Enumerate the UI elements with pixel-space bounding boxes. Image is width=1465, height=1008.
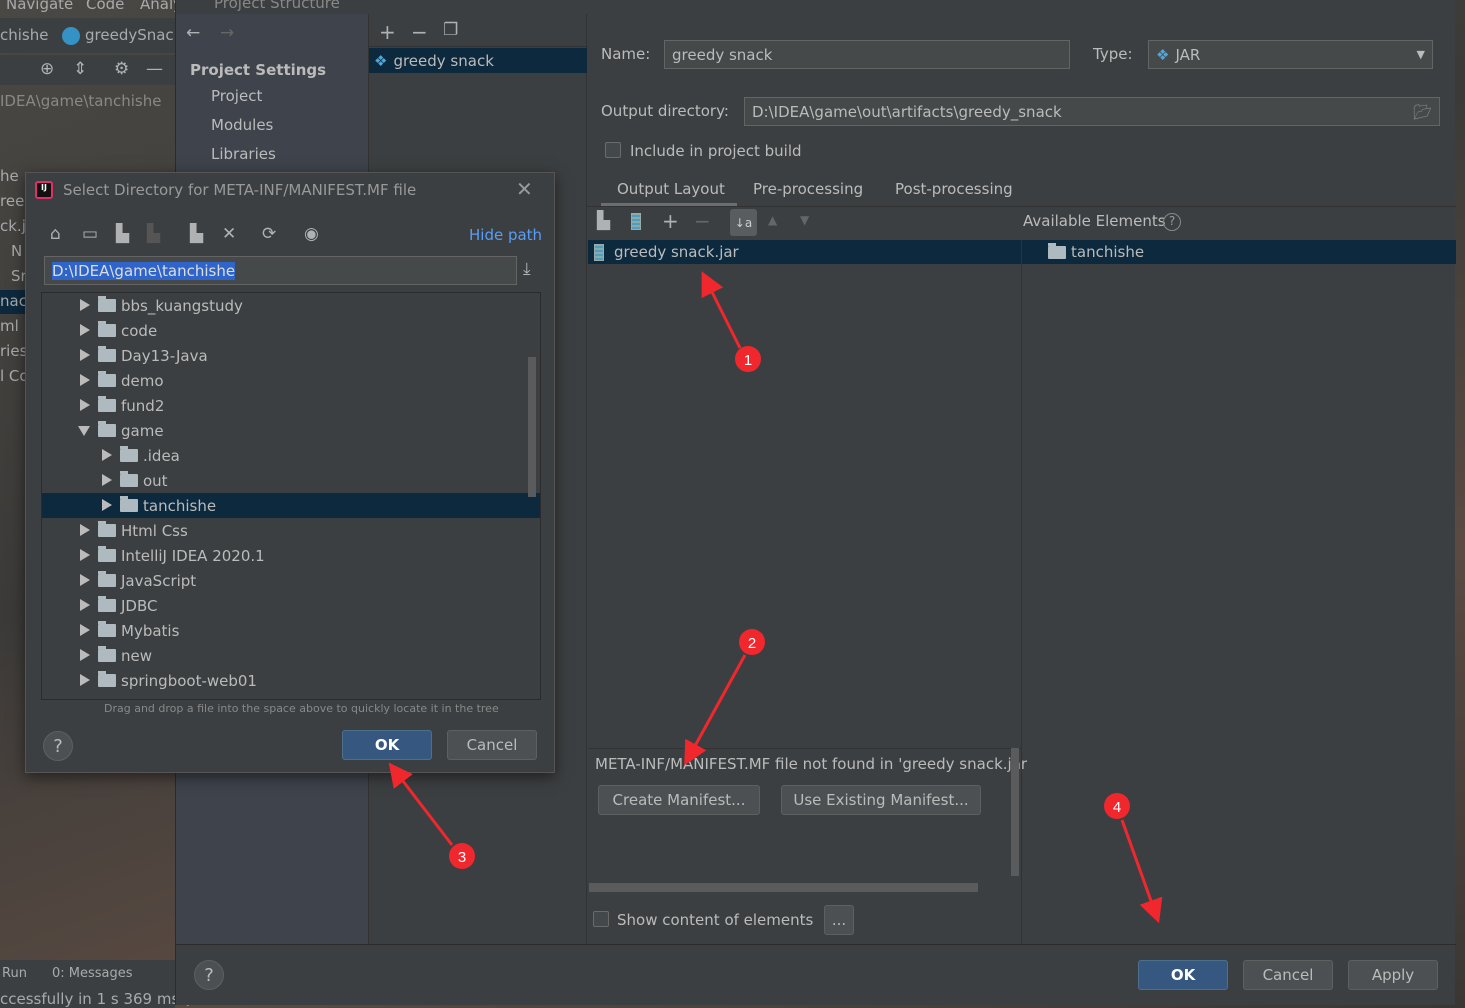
annotation-arrow-2 [684, 654, 747, 766]
annotation-badge-1: 1 [735, 346, 761, 372]
svg-text:1: 1 [744, 352, 752, 369]
annotation-badge-4: 4 [1104, 793, 1130, 819]
annotation-badge-3: 3 [449, 843, 475, 869]
annotation-layer: 1 2 3 4 [388, 271, 1163, 924]
annotation-badge-2: 2 [739, 629, 765, 655]
annotation-arrow-3 [388, 762, 454, 846]
annotation-arrow-1 [701, 271, 742, 349]
svg-text:4: 4 [1113, 799, 1121, 816]
svg-text:3: 3 [458, 849, 466, 866]
annotation-arrow-4 [1120, 819, 1163, 924]
svg-text:2: 2 [748, 635, 756, 652]
